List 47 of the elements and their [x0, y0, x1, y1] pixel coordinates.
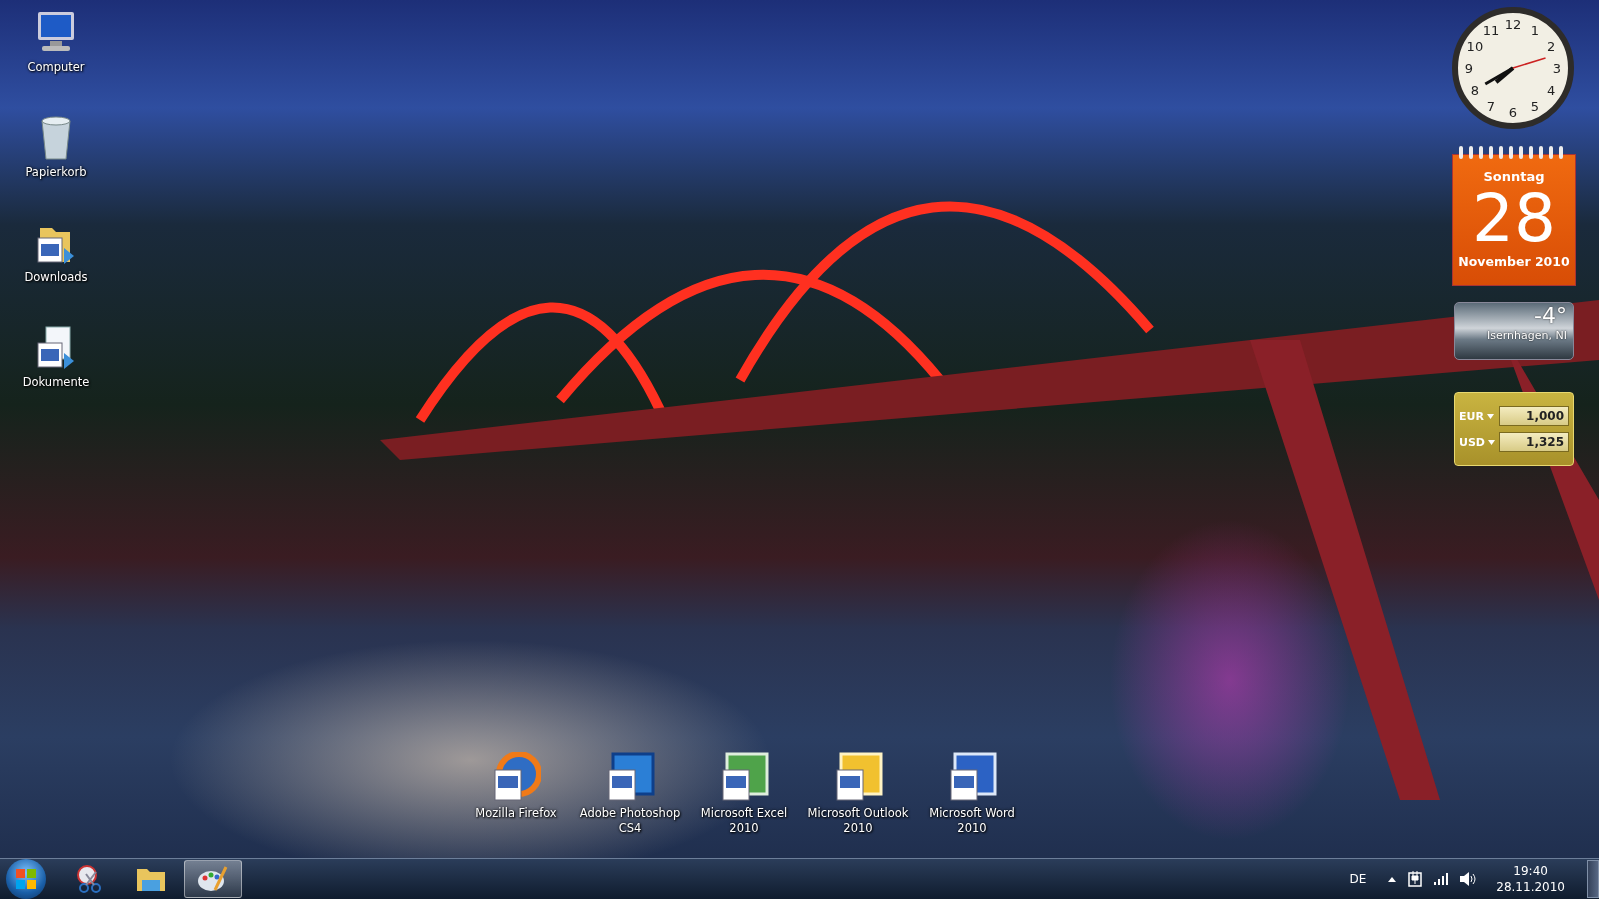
show-desktop-button[interactable] — [1587, 860, 1599, 898]
month-year-text: November 2010 — [1458, 254, 1570, 269]
language-indicator[interactable]: DE — [1349, 872, 1367, 886]
app-shortcut-icon — [605, 752, 655, 802]
clock-numeral: 5 — [1530, 99, 1540, 115]
temperature-text: -4° — [1534, 303, 1567, 329]
windows-logo-icon — [16, 869, 36, 889]
desktop-icon-label[interactable]: Downloads — [24, 270, 88, 285]
clock-numeral: 7 — [1486, 99, 1496, 115]
start-button[interactable] — [6, 859, 46, 899]
clock-numeral: 2 — [1546, 39, 1556, 54]
desktop-icon-label[interactable]: Computer — [27, 60, 85, 75]
power-plug-icon[interactable] — [1408, 871, 1423, 887]
weekday-text: Sonntag — [1483, 169, 1545, 184]
app-shortcut-icon — [833, 752, 883, 802]
clock-numeral: 3 — [1552, 61, 1562, 76]
day-number: 28 — [1472, 184, 1556, 254]
caret-icon — [1488, 439, 1495, 445]
clock-button[interactable]: 19:40 28.11.2010 — [1496, 863, 1565, 895]
clock-numeral: 8 — [1470, 83, 1480, 98]
desktop-icon-label[interactable]: Microsoft Excel 2010 — [690, 806, 798, 836]
amount-field[interactable]: 1,325 — [1499, 432, 1569, 452]
desktop-icon-label[interactable]: Mozilla Firefox — [475, 806, 557, 821]
clock-numeral: 9 — [1464, 61, 1474, 76]
clock-numeral: 6 — [1508, 105, 1518, 120]
clock-numeral: 1 — [1530, 22, 1540, 38]
clock-numeral: 10 — [1466, 39, 1484, 54]
desktop-icon-label[interactable]: Dokumente — [22, 375, 90, 390]
scissors-icon — [74, 864, 104, 894]
location-text: Isernhagen, NI — [1487, 329, 1567, 342]
desktop-icon-label[interactable]: Microsoft Word 2010 — [918, 806, 1026, 836]
caret-up-icon[interactable] — [1388, 876, 1397, 882]
desktop-icon-label[interactable]: Microsoft Outlook 2010 — [804, 806, 912, 836]
signal-bars-icon[interactable] — [1434, 873, 1449, 885]
desktop-icon-label[interactable]: Adobe Photoshop CS4 — [576, 806, 684, 836]
clock-numeral: 12 — [1504, 17, 1522, 32]
taskbar-button[interactable] — [184, 860, 242, 898]
speaker-icon[interactable] — [1460, 872, 1477, 886]
clock-numeral: 4 — [1546, 83, 1556, 98]
amount-field[interactable]: 1,000 — [1499, 406, 1569, 426]
paint-palette-icon — [197, 864, 229, 894]
caret-icon — [1486, 413, 1494, 419]
app-shortcut-icon — [719, 752, 769, 802]
app-shortcut-icon — [491, 752, 541, 802]
clock-numeral: 11 — [1482, 22, 1500, 38]
desktop-icon-label[interactable]: Papierkorb — [25, 165, 87, 180]
app-shortcut-icon — [947, 752, 997, 802]
